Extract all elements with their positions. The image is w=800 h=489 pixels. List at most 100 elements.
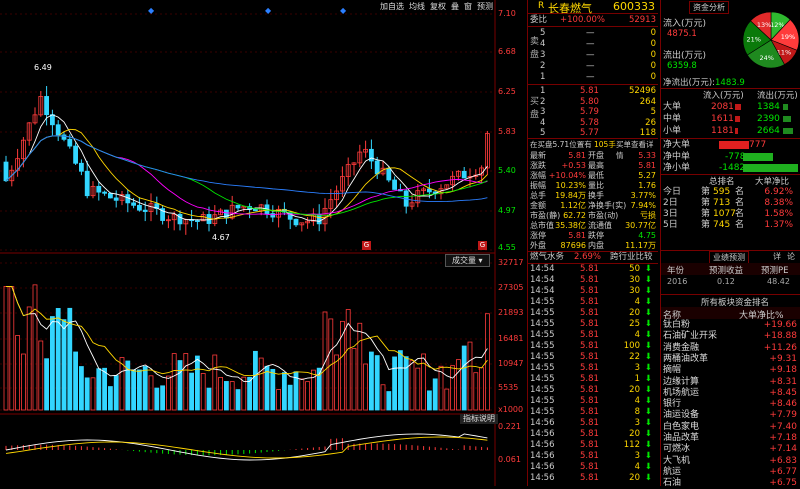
kline-chart-area[interactable] xyxy=(0,0,527,486)
tick-price: 5.81 xyxy=(580,473,599,483)
sell-row[interactable]: 3 — 0 xyxy=(528,50,658,61)
sector-row[interactable]: 可燃冰 +7.14 xyxy=(661,443,800,455)
stat-label: 内盘 xyxy=(588,241,604,250)
sector-name: 机场航运 xyxy=(663,387,700,398)
overlay-button[interactable]: 叠 xyxy=(451,1,459,12)
tick-volume: 4 xyxy=(634,462,640,472)
volume-bar xyxy=(287,384,293,411)
sector-row[interactable]: 石油 +6.75 xyxy=(661,477,800,489)
sell-row[interactable]: 2 — 0 xyxy=(528,61,658,72)
buy-row[interactable]: 4 5.78 26 xyxy=(528,118,658,129)
candle xyxy=(293,218,299,226)
net-bar-up xyxy=(719,141,749,149)
sell-row[interactable]: 4 — 0 xyxy=(528,39,658,50)
sector-ratio: +7.79 xyxy=(769,410,797,421)
sell-row[interactable]: 1 — 0 xyxy=(528,72,658,83)
queue-row[interactable]: 在买盘5.71位置有 105手 买单查看详情 xyxy=(528,139,658,160)
sector-row[interactable]: 边缘计算 +8.31 xyxy=(661,376,800,388)
candle xyxy=(67,138,73,147)
net-label: 净大单 xyxy=(663,140,691,150)
sector-row[interactable]: 钛白粉 +19.66 xyxy=(661,319,800,331)
diamond-marker-icon: ◆ xyxy=(340,6,347,15)
sector-ratio: +11.26 xyxy=(763,342,797,353)
sector-row[interactable]: 油品改革 +7.18 xyxy=(661,432,800,444)
sector-row[interactable]: 消费金融 +11.26 xyxy=(661,342,800,354)
indicator-help-button[interactable]: 指标说明 xyxy=(460,414,498,424)
sector-ratio: +6.83 xyxy=(769,455,797,466)
sector-row[interactable]: 航运 +6.77 xyxy=(661,466,800,478)
sector-row[interactable]: 银行 +8.46 xyxy=(661,398,800,410)
down-arrow-icon: ⬇ xyxy=(644,363,652,373)
macd-axis-label: 0.061 xyxy=(498,455,521,464)
candle xyxy=(142,209,148,212)
tick-volume: 25 xyxy=(629,319,640,329)
sector-row[interactable]: 摘帽 +9.18 xyxy=(661,364,800,376)
candle xyxy=(194,220,200,222)
tick-time: 14:54 xyxy=(530,275,555,285)
flow-out-value: 2664 xyxy=(757,126,780,136)
sector-row[interactable]: 两桶油改革 +9.31 xyxy=(661,353,800,365)
buy-row[interactable]: 1 5.81 52496 xyxy=(528,86,658,97)
ma-button[interactable]: 均线 xyxy=(409,1,425,12)
tick-volume: 20 xyxy=(629,308,640,318)
volume-bar xyxy=(142,366,148,411)
sector-name: 石油 xyxy=(663,478,682,489)
rank-prefix: 第 xyxy=(701,220,711,230)
tick-price: 5.81 xyxy=(580,374,599,384)
candle xyxy=(113,197,119,201)
sector-row[interactable]: 石油矿业开采 +18.88 xyxy=(661,330,800,342)
queue-count: 105手 xyxy=(594,140,616,149)
tick-price: 5.81 xyxy=(580,319,599,329)
level-price: — xyxy=(586,28,595,38)
sector-row[interactable]: 大飞机 +6.83 xyxy=(661,455,800,467)
tab-fund-analysis[interactable]: 资金分析 xyxy=(689,1,729,14)
forecast-detail-link[interactable]: 详 xyxy=(773,251,781,262)
volume-bar xyxy=(426,390,432,411)
tab-sector[interactable]: 燃气水务 xyxy=(530,252,564,263)
level-price: 5.79 xyxy=(580,107,599,117)
forecast-pe: 48.42 xyxy=(767,277,790,286)
down-arrow-icon: ⬇ xyxy=(644,396,652,406)
tick-row: 14:56 5.81 4 ⬇ xyxy=(528,462,658,473)
sector-row[interactable]: 油运设备 +7.79 xyxy=(661,409,800,421)
volume-axis-label: 32717 xyxy=(498,258,524,267)
window-button[interactable]: 窗 xyxy=(464,1,472,12)
sector-row[interactable]: 白色家电 +7.40 xyxy=(661,421,800,433)
volume-indicator-selector[interactable]: 成交量 ▾ xyxy=(445,254,490,267)
level-price: 5.80 xyxy=(580,96,599,107)
candle xyxy=(136,204,142,211)
tick-time: 14:56 xyxy=(530,440,555,450)
tick-price: 5.81 xyxy=(580,341,599,351)
inflow-value: 4875.1 xyxy=(667,29,697,39)
sell-row[interactable]: 5 — 0 xyxy=(528,28,658,39)
down-arrow-icon: ⬇ xyxy=(644,275,652,285)
tick-row: 14:55 5.81 25 ⬇ xyxy=(528,319,658,330)
forecast-button[interactable]: 预测 xyxy=(477,1,493,12)
volume-bar xyxy=(84,377,90,411)
net-value: 777 xyxy=(749,140,767,150)
tick-row: 14:54 5.81 30 ⬇ xyxy=(528,286,658,297)
stock-name: 长春燃气 xyxy=(548,2,592,15)
down-arrow-icon: ⬇ xyxy=(644,429,652,439)
down-arrow-icon: ⬇ xyxy=(644,352,652,362)
tab-sector-value: 2.69% xyxy=(574,252,602,262)
stat-row: 外盘 87696 内盘 11.17万 xyxy=(528,240,658,251)
tick-row: 14:55 5.81 100 ⬇ xyxy=(528,341,658,352)
buy-row[interactable]: 3 5.79 5 xyxy=(528,107,658,118)
event-marker-icon[interactable]: G xyxy=(362,241,371,250)
low-price-label: 4.67 xyxy=(212,233,230,242)
add-watchlist-button[interactable]: 加自选 xyxy=(380,1,404,12)
tick-volume: 112 xyxy=(623,440,640,450)
tick-row: 14:56 5.81 3 ⬇ xyxy=(528,451,658,462)
net-bar-down xyxy=(743,164,798,172)
tab-cross-industry[interactable]: 跨行业比较 xyxy=(610,252,653,263)
forecast-comment-link[interactable]: 论 xyxy=(787,251,795,262)
sector-ratio: +7.18 xyxy=(769,433,797,443)
stock-header: R 长春燃气 600333 xyxy=(528,0,658,15)
event-marker-icon[interactable]: G xyxy=(478,241,487,250)
adjust-button[interactable]: 复权 xyxy=(430,1,446,12)
sector-row[interactable]: 机场航运 +8.45 xyxy=(661,387,800,399)
volume-bar xyxy=(206,387,212,411)
buy-row[interactable]: 2 5.80 264 xyxy=(528,97,658,108)
tick-time: 14:55 xyxy=(530,385,555,395)
